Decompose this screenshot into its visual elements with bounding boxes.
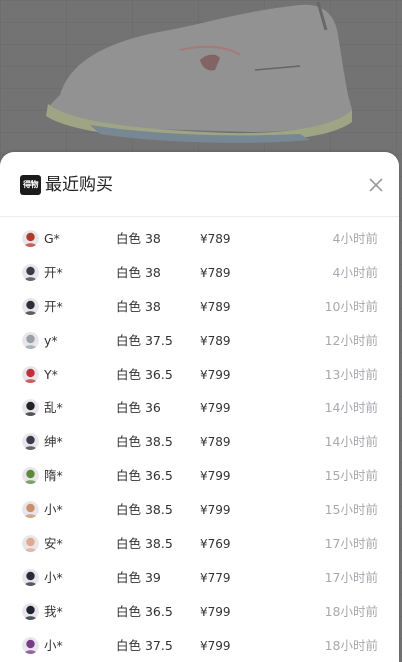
purchase-list: G* 白色 38 ¥789 4小时前 开* 白色 38 ¥789 4小时前 开* 白色 38 ¥78… <box>0 217 399 662</box>
purchase-row: y* 白色 37.5 ¥789 12小时前 <box>0 324 399 358</box>
purchase-price: ¥789 <box>200 232 231 246</box>
buyer-name: Y* <box>44 366 58 382</box>
purchase-time: 17小时前 <box>324 569 378 585</box>
buyer-name: 隋* <box>44 468 63 484</box>
user-avatar <box>22 297 39 315</box>
purchase-price: ¥799 <box>200 638 231 653</box>
purchase-row: 隋* 白色 36.5 ¥799 15小时前 <box>0 459 399 493</box>
purchase-row: 安* 白色 38.5 ¥769 17小时前 <box>0 527 399 561</box>
sheet-header: 得物 最近购买 <box>0 152 399 217</box>
buyer-name: 小* <box>44 637 63 653</box>
buyer-name: 我* <box>44 603 63 619</box>
product-spec: 白色 36 <box>116 400 161 416</box>
user-avatar <box>22 399 39 417</box>
purchase-time: 18小时前 <box>324 637 378 653</box>
purchase-row: 我* 白色 36.5 ¥799 18小时前 <box>0 595 399 629</box>
user-avatar <box>22 535 39 553</box>
buyer-name: 小* <box>44 502 63 518</box>
recent-purchases-sheet: 得物 最近购买 G* 白色 38 ¥789 4小时前 开* 白色 38 ¥789 4小时前 开*… <box>0 152 399 662</box>
purchase-price: ¥789 <box>200 333 231 348</box>
purchase-price: ¥789 <box>200 299 231 314</box>
purchase-row: Y* 白色 36.5 ¥799 13小时前 <box>0 358 399 392</box>
purchase-row: 小* 白色 39 ¥779 17小时前 <box>0 561 399 595</box>
buyer-name: 小* <box>44 569 63 585</box>
user-avatar <box>22 230 39 247</box>
user-avatar <box>22 636 39 654</box>
purchase-time: 4小时前 <box>332 231 378 246</box>
user-avatar <box>22 433 39 451</box>
purchase-time: 15小时前 <box>324 468 378 484</box>
product-spec: 白色 39 <box>116 569 161 585</box>
purchase-price: ¥789 <box>200 435 231 450</box>
purchase-price: ¥789 <box>200 265 231 280</box>
product-spec: 白色 38.5 <box>116 434 173 450</box>
purchase-time: 10小时前 <box>324 298 378 314</box>
sheet-title: 最近购买 <box>45 175 113 195</box>
buyer-name: 开* <box>44 264 63 280</box>
purchase-time: 12小时前 <box>324 332 378 348</box>
user-avatar <box>22 501 39 519</box>
purchase-row: 绅* 白色 38.5 ¥789 14小时前 <box>0 425 399 459</box>
user-avatar <box>22 263 39 281</box>
purchase-time: 18小时前 <box>324 603 378 619</box>
close-icon[interactable] <box>365 174 387 196</box>
purchase-price: ¥799 <box>200 503 231 518</box>
product-spec: 白色 36.5 <box>116 468 173 484</box>
purchase-row: G* 白色 38 ¥789 4小时前 <box>0 222 399 256</box>
buyer-name: 安* <box>44 536 63 552</box>
user-avatar <box>22 365 39 383</box>
buyer-name: G* <box>44 231 60 246</box>
purchase-time: 17小时前 <box>324 536 378 552</box>
purchase-price: ¥799 <box>200 401 231 416</box>
product-spec: 白色 38.5 <box>116 502 173 518</box>
purchase-row: 开* 白色 38 ¥789 4小时前 <box>0 256 399 290</box>
purchase-row: 小* 白色 37.5 ¥799 18小时前 <box>0 629 399 662</box>
purchase-price: ¥769 <box>200 537 231 552</box>
user-avatar <box>22 467 39 485</box>
purchase-row: 开* 白色 38 ¥789 10小时前 <box>0 290 399 324</box>
buyer-name: 开* <box>44 298 63 314</box>
brand-logo-icon: 得物 <box>20 175 41 195</box>
product-spec: 白色 36.5 <box>116 603 173 619</box>
product-spec: 白色 37.5 <box>116 332 173 348</box>
buyer-name: 绅* <box>44 434 63 450</box>
purchase-time: 14小时前 <box>324 434 378 450</box>
user-avatar <box>22 602 39 620</box>
product-spec: 白色 38 <box>116 231 161 246</box>
product-spec: 白色 37.5 <box>116 637 173 653</box>
product-spec: 白色 38 <box>116 298 161 314</box>
user-avatar <box>22 331 39 349</box>
purchase-price: ¥799 <box>200 367 231 382</box>
purchase-row: 乱* 白色 36 ¥799 14小时前 <box>0 391 399 425</box>
purchase-price: ¥799 <box>200 604 231 619</box>
buyer-name: y* <box>44 332 58 348</box>
purchase-price: ¥799 <box>200 469 231 484</box>
purchase-time: 14小时前 <box>324 400 378 416</box>
user-avatar <box>22 568 39 586</box>
purchase-time: 4小时前 <box>332 264 378 280</box>
product-spec: 白色 38.5 <box>116 536 173 552</box>
purchase-time: 15小时前 <box>324 502 378 518</box>
buyer-name: 乱* <box>44 400 63 416</box>
purchase-time: 13小时前 <box>324 366 378 382</box>
product-spec: 白色 38 <box>116 264 161 280</box>
product-spec: 白色 36.5 <box>116 366 173 382</box>
purchase-row: 小* 白色 38.5 ¥799 15小时前 <box>0 493 399 527</box>
purchase-price: ¥779 <box>200 570 231 585</box>
